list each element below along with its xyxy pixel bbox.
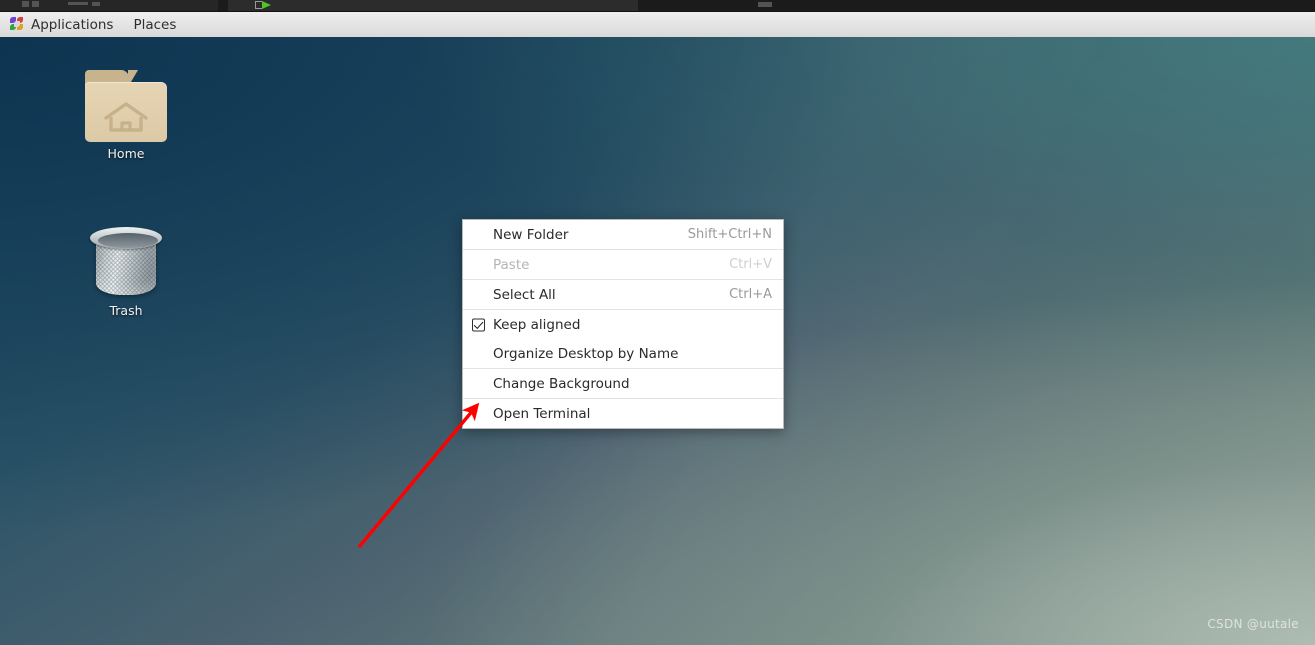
desktop-icon-trash[interactable]: Trash: [70, 225, 182, 318]
menu-item-shortcut: Shift+Ctrl+N: [687, 227, 772, 242]
menu-applications[interactable]: Applications: [0, 12, 123, 38]
menu-item-label: Keep aligned: [493, 316, 581, 333]
menu-applications-label: Applications: [31, 16, 114, 33]
house-glyph-icon: [104, 102, 148, 132]
menu-item-shortcut: Ctrl+V: [729, 257, 772, 272]
menu-item-select-all[interactable]: Select All Ctrl+A: [463, 280, 783, 309]
menu-places-label: Places: [133, 16, 177, 33]
home-folder-icon: [85, 70, 167, 142]
menu-item-organize-desktop-by-name[interactable]: Organize Desktop by Name: [463, 339, 783, 368]
cropped-play-triangle-icon: [262, 1, 271, 9]
menu-item-label: Organize Desktop by Name: [493, 345, 679, 362]
desktop-icon-home[interactable]: Home: [70, 70, 182, 161]
menu-item-label: Change Background: [493, 375, 630, 392]
menu-item-paste: Paste Ctrl+V: [463, 250, 783, 279]
cropped-glyph: [92, 2, 100, 6]
menu-places[interactable]: Places: [123, 12, 186, 38]
menu-item-open-terminal[interactable]: Open Terminal: [463, 399, 783, 428]
menu-item-label: New Folder: [493, 226, 569, 243]
checkbox-checked-icon[interactable]: [472, 318, 485, 331]
menu-item-label: Open Terminal: [493, 405, 591, 422]
desktop-context-menu[interactable]: New Folder Shift+Ctrl+N Paste Ctrl+V Select …: [462, 219, 784, 429]
cropped-glyph: [758, 2, 772, 7]
trash-bin-icon: [88, 225, 164, 299]
cropped-glyph: [32, 1, 39, 7]
cropped-tab-right: [228, 0, 772, 11]
top-panel: Applications Places: [0, 11, 1315, 37]
menu-item-shortcut: Ctrl+A: [729, 287, 772, 302]
fedora-logo-icon: [10, 17, 25, 32]
menu-item-keep-aligned[interactable]: Keep aligned: [463, 310, 783, 339]
menu-item-label: Select All: [493, 286, 556, 303]
desktop-icon-home-label: Home: [107, 146, 145, 161]
menu-item-new-folder[interactable]: New Folder Shift+Ctrl+N: [463, 220, 783, 249]
desktop-icon-trash-label: Trash: [109, 303, 143, 318]
watermark: CSDN @uutale: [1207, 617, 1299, 631]
menu-item-change-background[interactable]: Change Background: [463, 369, 783, 398]
cropped-window-strip: [0, 0, 1315, 11]
cropped-play-icon: [255, 1, 262, 9]
cropped-tab-left: [0, 0, 218, 11]
cropped-glyph: [68, 2, 88, 5]
cropped-glyph: [22, 1, 29, 7]
menu-item-label: Paste: [493, 256, 530, 273]
